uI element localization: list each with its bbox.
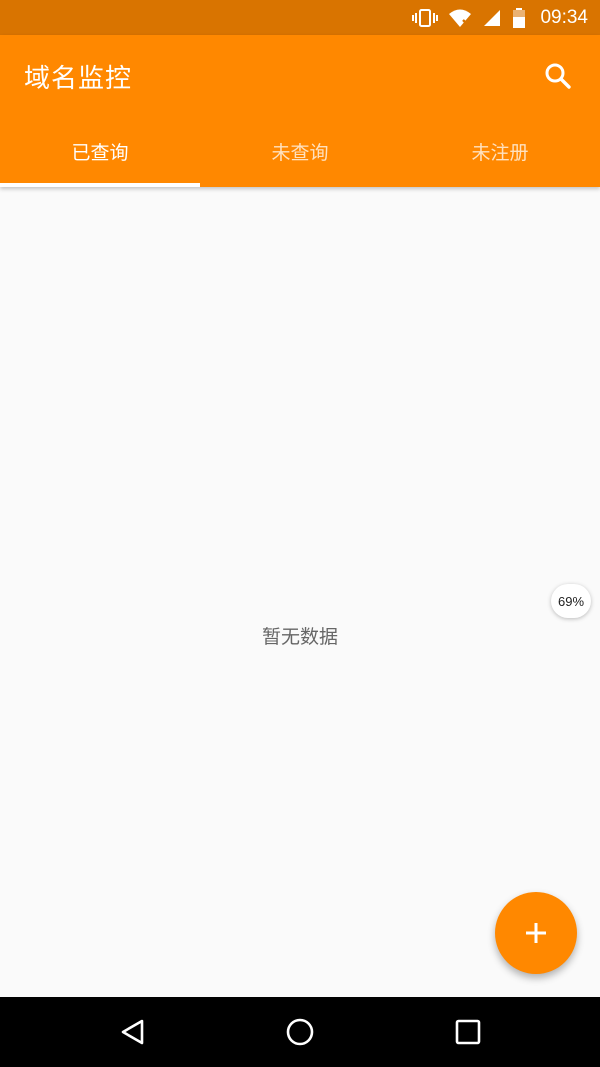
toolbar: 域名监控: [0, 35, 600, 117]
tab-unregistered[interactable]: 未注册: [400, 117, 600, 187]
tab-not-queried[interactable]: 未查询: [200, 117, 400, 187]
battery-icon: [512, 7, 526, 28]
app-title: 域名监控: [24, 63, 133, 94]
empty-message: 暂无数据: [261, 626, 338, 648]
tab-bar: 已查询 未查询 未注册: [0, 117, 600, 187]
status-bar: 09:34: [0, 0, 600, 35]
back-icon: [121, 1019, 144, 1045]
back-button[interactable]: [112, 1014, 152, 1050]
add-button[interactable]: [495, 892, 577, 974]
search-icon: [545, 63, 571, 89]
status-time: 09:34: [540, 6, 588, 28]
content-area[interactable]: 暂无数据: [0, 187, 600, 997]
home-icon: [286, 1018, 314, 1046]
signal-icon: [482, 8, 502, 28]
wifi-icon: [448, 8, 472, 28]
app-bar: 域名监控 已查询 未查询 未注册: [0, 35, 600, 187]
recents-button[interactable]: [448, 1013, 488, 1051]
tab-queried[interactable]: 已查询: [0, 117, 200, 187]
recents-icon: [455, 1019, 481, 1045]
search-button[interactable]: [538, 56, 578, 96]
plus-icon: [526, 923, 546, 943]
home-button[interactable]: [280, 1013, 320, 1051]
tab-indicator: [0, 183, 200, 187]
percentage-badge[interactable]: 69%: [551, 584, 591, 618]
vibrate-icon: [412, 8, 439, 28]
navigation-bar: [0, 997, 600, 1067]
